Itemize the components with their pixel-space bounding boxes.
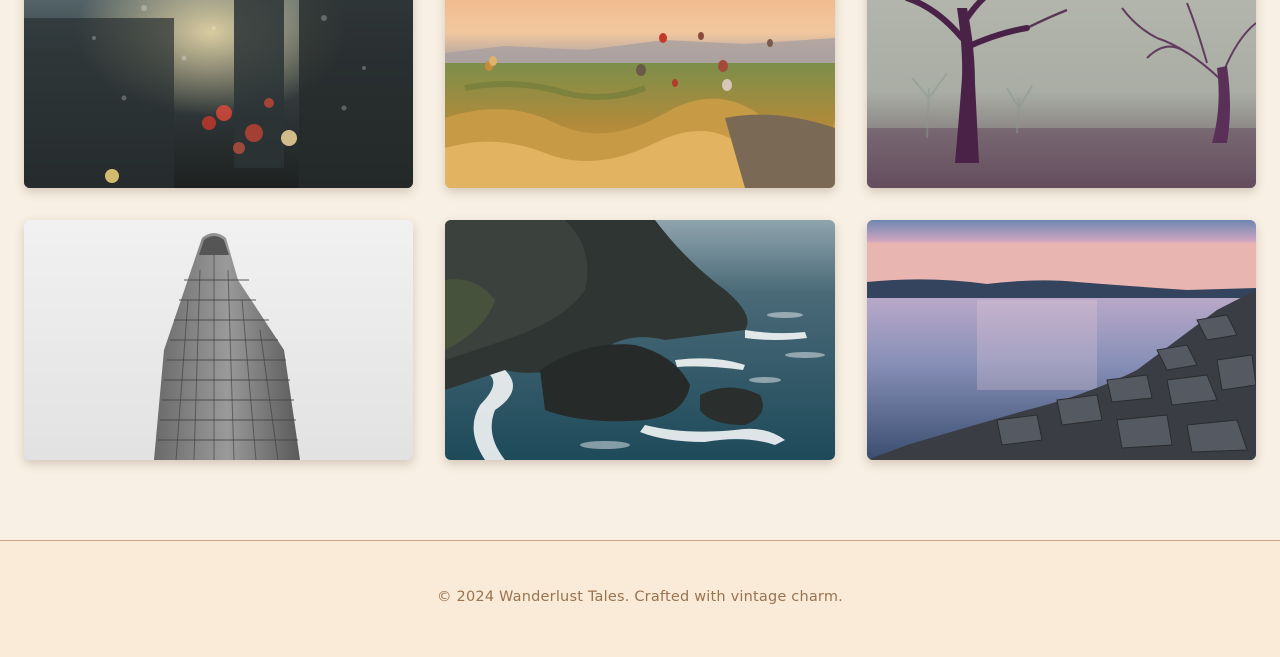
misty-trees-image (867, 0, 1256, 188)
gallery-card-flatiron[interactable] (24, 220, 413, 460)
site-footer: © 2024 Wanderlust Tales. Crafted with vi… (0, 540, 1280, 657)
gallery-card-misty-trees[interactable] (867, 0, 1256, 188)
gallery-card-balloons[interactable] (445, 0, 835, 188)
footer-copyright: © 2024 Wanderlust Tales. Crafted with vi… (437, 589, 843, 605)
rain-window-image (24, 0, 413, 188)
lake-sunset-image (867, 220, 1256, 460)
gallery-card-sea-cliffs[interactable] (445, 220, 835, 460)
flatiron-building-image (24, 220, 413, 460)
gallery-card-lake-sunset[interactable] (867, 220, 1256, 460)
sea-cliffs-image (445, 220, 835, 460)
balloons-valley-image (445, 0, 835, 188)
gallery-card-rain-window[interactable] (24, 0, 413, 188)
